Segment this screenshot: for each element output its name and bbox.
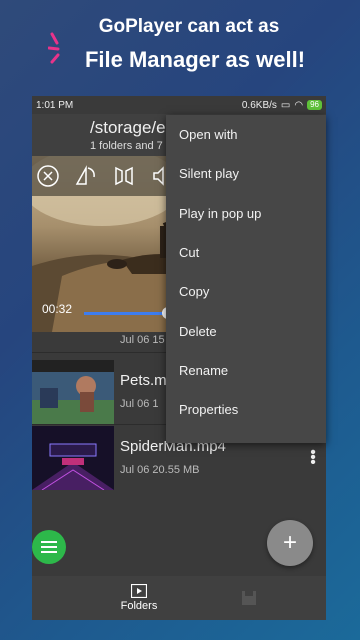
file-thumbnail [32, 426, 114, 490]
more-options-icon[interactable]: • • • [310, 445, 316, 471]
promo-headline-line2: File Manager as well! [84, 47, 306, 72]
menu-item-rename[interactable]: Rename [166, 351, 326, 390]
network-speed: 0.6KB/s [241, 99, 277, 111]
file-meta: Jul 06 20.55 MB [120, 464, 200, 476]
sim-icon: ▭ [280, 99, 291, 111]
plus-icon: + [282, 529, 297, 556]
wifi-icon: ◠ [294, 99, 304, 111]
battery-indicator: 96 [307, 100, 322, 110]
rotate-icon[interactable] [74, 164, 98, 188]
menu-item-play-in-pop-up[interactable]: Play in pop up [166, 194, 326, 233]
menu-item-silent-play[interactable]: Silent play [166, 154, 326, 193]
menu-item-copy[interactable]: Copy [166, 272, 326, 311]
status-time: 1:01 PM [36, 99, 74, 111]
menu-item-cut[interactable]: Cut [166, 233, 326, 272]
folder-count: 1 folders and 7 fil [90, 140, 174, 152]
add-fab-button[interactable]: + [267, 520, 313, 566]
status-bar: 1:01 PM 0.6KB/s ▭ ◠ 96 [32, 96, 326, 114]
play-folder-icon [131, 584, 147, 598]
flip-icon[interactable] [112, 164, 136, 188]
elapsed-time: 00:32 [42, 302, 73, 316]
close-icon[interactable] [36, 164, 60, 188]
file-meta: Jul 06 15 [120, 334, 165, 346]
nav-label-folders: Folders [120, 600, 158, 612]
nav-tab-folders[interactable]: Folders [102, 576, 176, 620]
hamburger-icon [41, 541, 57, 553]
nav-tab-storage[interactable] [228, 576, 270, 620]
menu-item-properties[interactable]: Properties [166, 390, 326, 429]
context-menu: Open with Silent play Play in pop up Cut… [166, 115, 326, 443]
menu-item-open-with[interactable]: Open with [166, 115, 326, 154]
menu-item-delete[interactable]: Delete [166, 311, 326, 350]
file-meta: Jul 06 1 [120, 398, 159, 410]
save-icon [242, 591, 256, 605]
file-thumbnail [32, 360, 114, 424]
promo-headline-line1: GoPlayer can act as [98, 16, 280, 37]
bottom-navigation: Folders [32, 576, 326, 620]
seek-progress [84, 312, 168, 315]
menu-fab-button[interactable] [32, 530, 66, 564]
